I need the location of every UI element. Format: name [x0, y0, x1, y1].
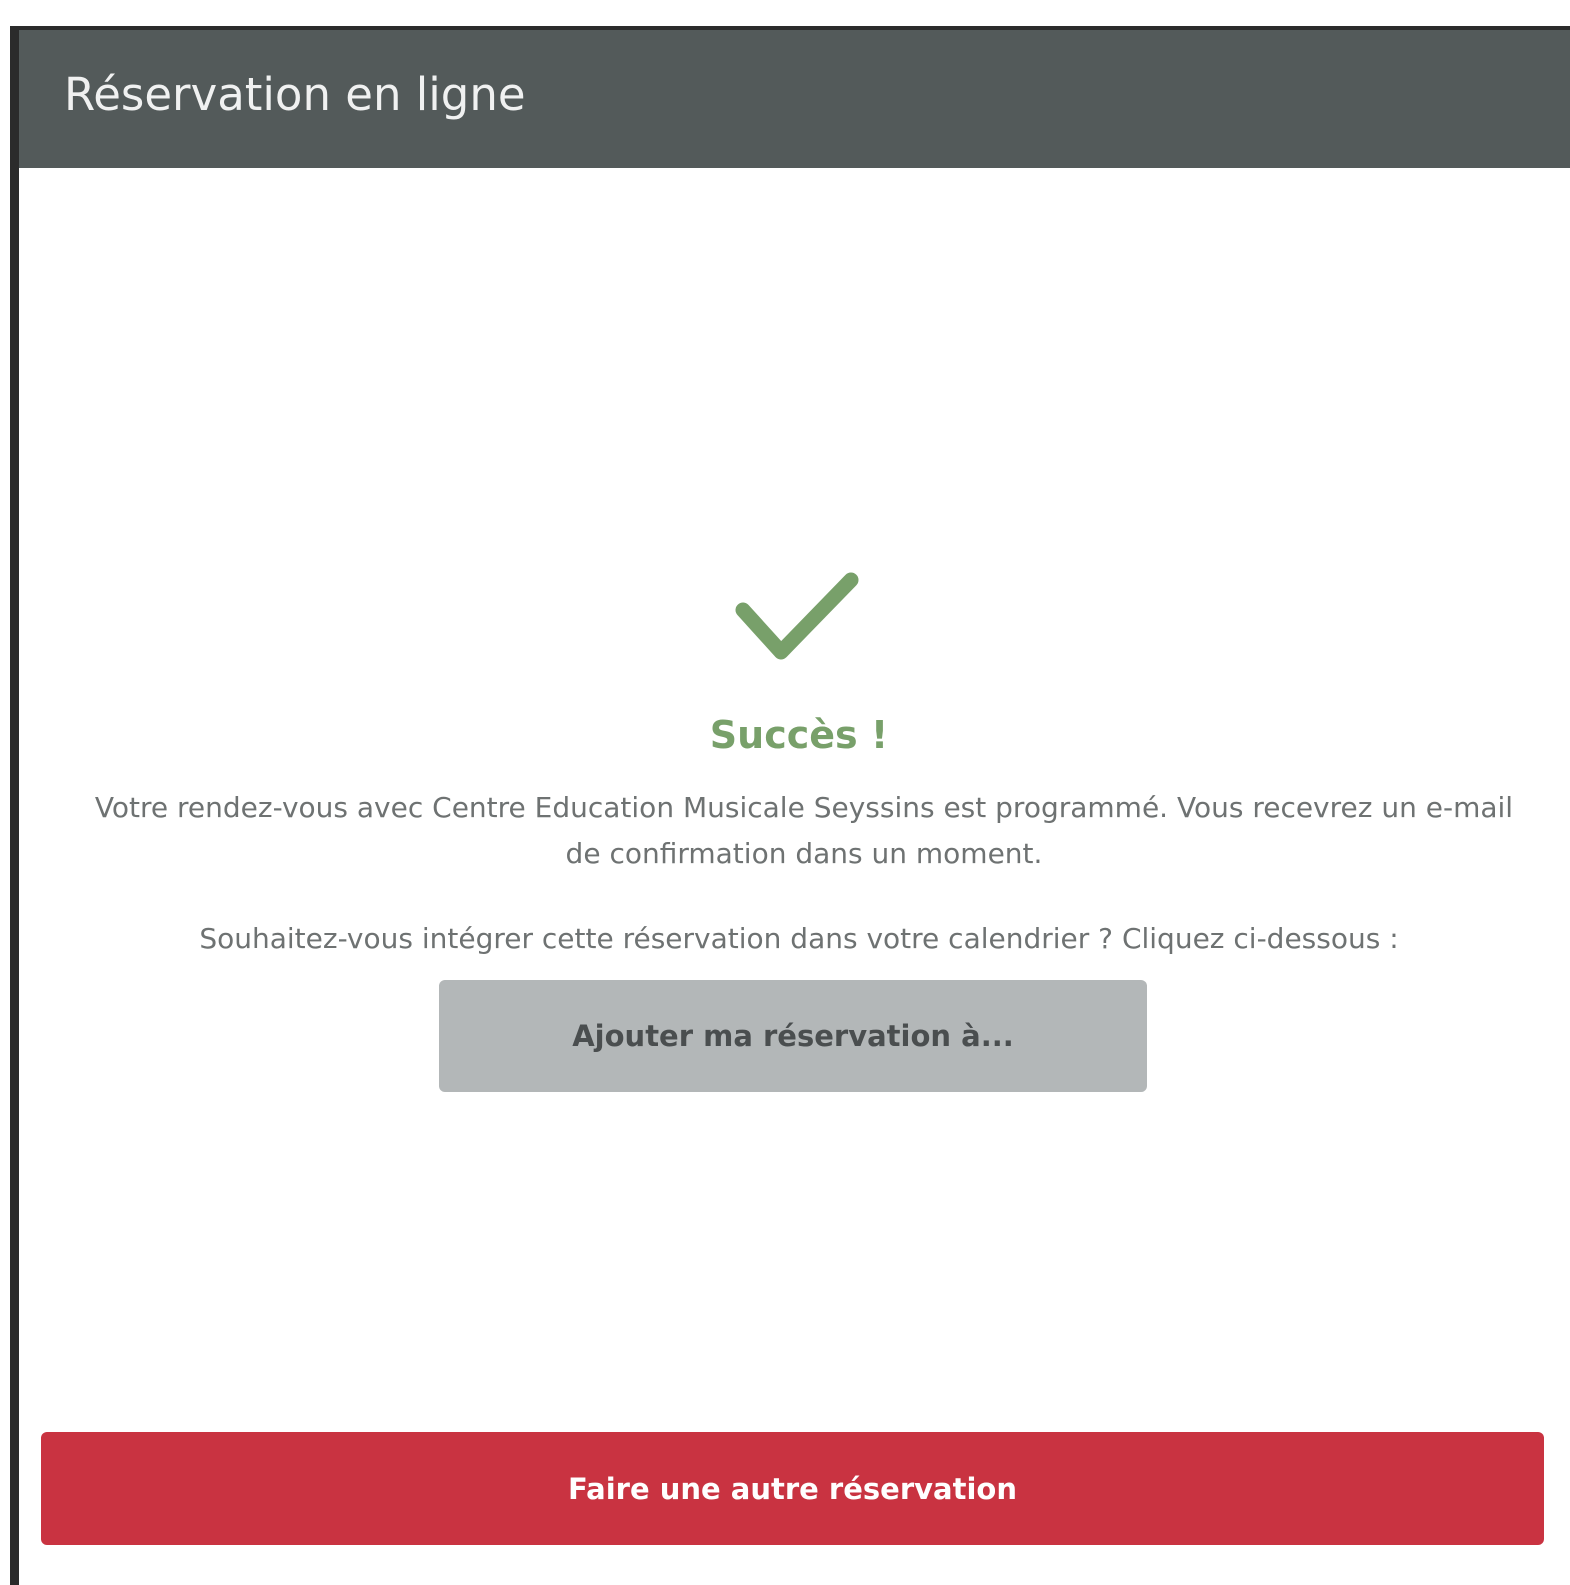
confirmation-message: Votre rendez-vous avec Centre Education … — [94, 791, 1514, 870]
booking-window: Réservation en ligne Succès ! Votre rend… — [10, 26, 1570, 1585]
checkmark-icon — [735, 572, 859, 660]
success-title: Succès ! — [709, 713, 889, 757]
page-title: Réservation en ligne — [64, 68, 526, 121]
window-header: Réservation en ligne — [19, 30, 1570, 168]
new-booking-button[interactable]: Faire une autre réservation — [41, 1432, 1544, 1545]
add-to-calendar-button[interactable]: Ajouter ma réservation à... — [439, 980, 1147, 1092]
calendar-question: Souhaitez-vous intégrer cette réservatio… — [199, 922, 1399, 955]
